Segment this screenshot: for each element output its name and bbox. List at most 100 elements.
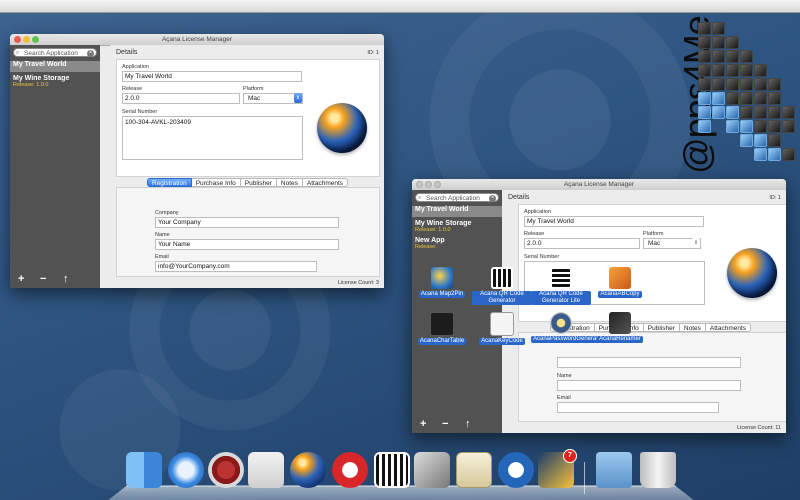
- zoom-button[interactable]: [32, 36, 39, 43]
- search-placeholder: Search Application: [426, 195, 480, 202]
- sidebar-item-label: My Travel World: [415, 206, 469, 213]
- logo-block: [712, 22, 725, 35]
- sidebar-buttons: + − ↑: [412, 418, 502, 430]
- acana-a-icon[interactable]: [332, 452, 368, 488]
- platform-label: Platform: [243, 86, 264, 92]
- menu-bar: [0, 0, 800, 13]
- logo-block: [754, 120, 767, 133]
- release-field[interactable]: 2.0.0: [524, 238, 640, 249]
- email-field[interactable]: info@YourCompany.com: [155, 261, 317, 272]
- sidebar: ⌕ Search Application × My Travel World M…: [10, 45, 100, 288]
- company-field[interactable]: Your Company: [155, 217, 339, 228]
- star-app-icon[interactable]: 7: [538, 449, 577, 488]
- desktop-icon-label: AcanaRenamer: [597, 336, 643, 343]
- window-title: Açana License Manager: [161, 36, 233, 43]
- tab-publisher[interactable]: Publisher: [240, 178, 277, 187]
- remove-button[interactable]: −: [442, 418, 448, 430]
- logo-block: [768, 78, 781, 91]
- logo-block: [698, 92, 711, 105]
- garantie-icon[interactable]: [208, 452, 244, 488]
- desktop-icon-password-generator[interactable]: AcanaPasswordGenerator: [531, 312, 606, 343]
- logo-block: [768, 106, 781, 119]
- trash-icon[interactable]: [640, 452, 676, 488]
- desktop-icon-qr-code-generator[interactable]: Acana QR Code Generator: [472, 267, 532, 305]
- platform-select[interactable]: Mac ⇕: [643, 238, 701, 249]
- desktop-icon-chartable[interactable]: AcanaCharTable: [412, 312, 472, 345]
- qr-lite-icon[interactable]: [374, 452, 410, 488]
- export-button[interactable]: ↑: [63, 273, 69, 285]
- close-button[interactable]: [14, 36, 21, 43]
- sidebar-item-release: Release: 1.0.0: [13, 82, 49, 88]
- desktop-icon-qr-code-lite[interactable]: Acana QR Code Generator Lite: [531, 267, 591, 305]
- add-button[interactable]: +: [420, 418, 426, 430]
- clear-search-icon[interactable]: ×: [489, 194, 496, 202]
- search-input[interactable]: ⌕ Search Application ×: [415, 193, 499, 202]
- logo-block: [754, 148, 767, 161]
- platform-select[interactable]: Mac ⇕: [243, 93, 303, 104]
- sidebar-item-my-wine-storage[interactable]: My Wine Storage Release: 1.0.0: [412, 220, 502, 236]
- license-manager-window-2: Açana License Manager ⌕ Search Applicati…: [412, 179, 786, 433]
- license-count: License Count: 11: [737, 425, 781, 431]
- abcopy-icon: [609, 267, 631, 289]
- finder-icon[interactable]: [126, 452, 162, 488]
- name-field[interactable]: Your Name: [155, 239, 339, 250]
- export-button[interactable]: ↑: [465, 418, 471, 430]
- email-field[interactable]: [557, 402, 719, 413]
- desktop-icon-abcopy[interactable]: AcanaABCopy: [590, 267, 650, 298]
- sidebar-item-my-travel-world[interactable]: My Travel World: [10, 61, 100, 72]
- desktop-icon-label: Acana QR Code Generator Lite: [531, 291, 591, 305]
- sidebar-item-my-wine-storage[interactable]: My Wine Storage Release: 1.0.0: [10, 75, 100, 91]
- logo-block: [754, 78, 767, 91]
- minimize-button[interactable]: [425, 181, 432, 188]
- chevron-updown-icon: ⇕: [294, 93, 302, 103]
- add-button[interactable]: +: [18, 273, 24, 285]
- serial-number-field[interactable]: 100-304-AVKL-203409: [122, 116, 303, 160]
- remove-button[interactable]: −: [40, 273, 46, 285]
- tab-attachments[interactable]: Attachments: [705, 323, 752, 332]
- desktop-icon-keycode[interactable]: AcanaKeyCode: [472, 312, 532, 345]
- logo-block: [740, 50, 753, 63]
- sidebar-item-my-travel-world[interactable]: My Travel World: [412, 206, 502, 217]
- application-field[interactable]: My Travel World: [122, 71, 302, 82]
- company-field[interactable]: [557, 357, 741, 368]
- zoom-button[interactable]: [434, 181, 441, 188]
- release-label: Release: [524, 231, 545, 237]
- tab-notes[interactable]: Notes: [276, 178, 303, 187]
- sidebar-item-new-app[interactable]: New App Release:: [412, 237, 502, 253]
- logo-block: [698, 64, 711, 77]
- email-label: Email: [155, 254, 169, 260]
- tab-purchase-info[interactable]: Purchase Info: [191, 178, 241, 187]
- logo-block: [768, 134, 781, 147]
- details-header: Details: [116, 49, 138, 56]
- logo-block: [712, 36, 725, 49]
- close-button[interactable]: [416, 181, 423, 188]
- dock-separator: [584, 462, 585, 494]
- registration-panel: Company Your Company Name Your Name Emai…: [116, 187, 380, 277]
- sidebar-item-release: Release: 1.0.0: [415, 227, 451, 233]
- car-app-icon[interactable]: [248, 452, 284, 488]
- qr-code-lite-icon: [550, 267, 572, 289]
- application-label: Application: [524, 209, 551, 215]
- tab-attachments[interactable]: Attachments: [302, 178, 349, 187]
- globe-app-icon: [727, 248, 777, 298]
- license-manager-window-1: Açana License Manager ⌕ Search Applicati…: [10, 34, 384, 288]
- calendar-icon[interactable]: [456, 452, 492, 488]
- desktop-icon-renamer[interactable]: AcanaRenamer: [590, 312, 650, 343]
- clear-search-icon[interactable]: ×: [87, 49, 94, 57]
- logo-block: [698, 22, 711, 35]
- logo-block: [698, 78, 711, 91]
- search-input[interactable]: ⌕ Search Application ×: [13, 48, 97, 57]
- desktop-icon-map2pin[interactable]: Acana Map2Pin: [412, 267, 472, 298]
- release-field[interactable]: 2.0.0: [122, 93, 240, 104]
- usb-icon[interactable]: [414, 452, 450, 488]
- folder-icon[interactable]: [596, 452, 632, 488]
- sidebar-item-label: My Wine Storage: [415, 220, 472, 227]
- globe-app-icon[interactable]: [290, 452, 326, 488]
- application-field[interactable]: My Travel World: [524, 216, 704, 227]
- safari-icon[interactable]: [168, 452, 204, 488]
- name-field[interactable]: [557, 380, 741, 391]
- tab-notes[interactable]: Notes: [679, 323, 706, 332]
- handshake-icon[interactable]: [498, 452, 534, 488]
- minimize-button[interactable]: [23, 36, 30, 43]
- tab-registration[interactable]: Registration: [147, 178, 192, 187]
